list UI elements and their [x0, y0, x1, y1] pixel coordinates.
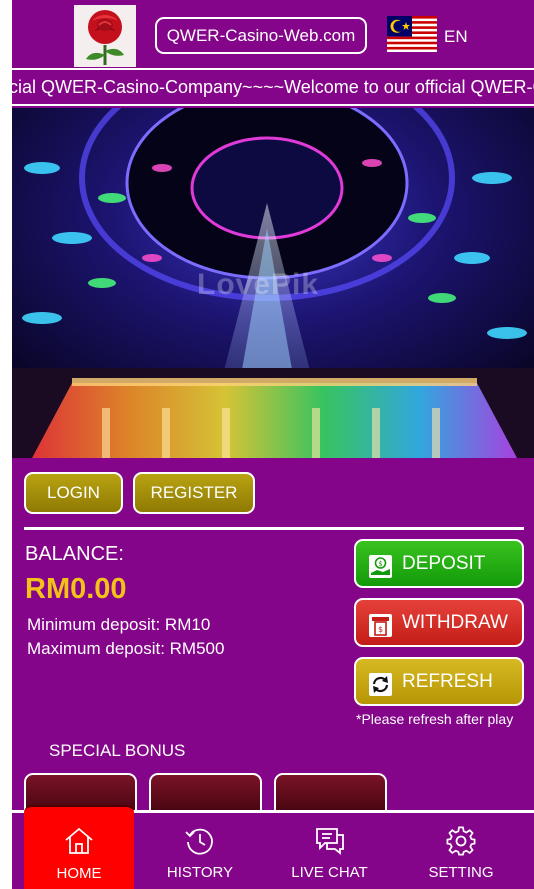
register-button[interactable]: REGISTER [133, 472, 255, 514]
login-button[interactable]: LOGIN [24, 472, 123, 514]
header: QWER-Casino-Web.com EN [12, 0, 534, 68]
bottom-nav: HOME HISTORY LIVE CHAT SETTING [12, 805, 534, 889]
balance-value: RM0.00 [25, 573, 127, 605]
hero-banner[interactable]: LovePik [12, 108, 534, 458]
withdraw-label: WITHDRAW [402, 612, 508, 633]
chat-icon [314, 825, 346, 857]
refresh-note: *Please refresh after play [356, 711, 514, 727]
nav-history-label: HISTORY [166, 864, 234, 881]
nav-live-chat[interactable]: LIVE CHAT [267, 813, 392, 889]
nav-setting[interactable]: SETTING [400, 813, 522, 889]
history-icon [184, 825, 216, 857]
deposit-button[interactable]: $ DEPOSIT [354, 539, 524, 588]
home-icon [63, 825, 95, 857]
withdraw-button[interactable]: $ WITHDRAW [354, 598, 524, 647]
bonus-card[interactable] [274, 773, 387, 813]
divider [24, 527, 524, 530]
nav-setting-label: SETTING [428, 864, 494, 881]
minimum-deposit-text: Minimum deposit: RM10 [27, 615, 211, 634]
nav-live-chat-label: LIVE CHAT [291, 864, 368, 881]
maximum-deposit-text: Maximum deposit: RM500 [27, 639, 225, 658]
refresh-label: REFRESH [402, 671, 493, 692]
balance-label: BALANCE: [25, 543, 124, 565]
banner-watermark: LovePik [197, 268, 320, 301]
refresh-icon [368, 669, 393, 696]
gear-icon [445, 825, 477, 857]
announcement-marquee: ficial QWER-Casino-Company~~~~Welcome to… [12, 68, 534, 106]
atm-withdraw-icon: $ [368, 610, 393, 637]
marquee-text: ficial QWER-Casino-Company~~~~Welcome to… [12, 77, 534, 97]
svg-text:$: $ [378, 560, 382, 568]
bonus-card[interactable] [149, 773, 262, 813]
nav-home-label: HOME [56, 865, 102, 882]
refresh-button[interactable]: REFRESH [354, 657, 524, 706]
app-container: QWER-Casino-Web.com EN ficial QWER-Casin… [12, 0, 534, 889]
nav-history[interactable]: HISTORY [140, 813, 260, 889]
rose-logo-icon[interactable] [74, 5, 136, 67]
nav-home[interactable]: HOME [24, 805, 134, 889]
special-bonus-title: SPECIAL BONUS [49, 741, 186, 760]
language-selector[interactable]: EN [444, 27, 468, 47]
malaysia-flag-icon[interactable] [387, 16, 437, 52]
deposit-label: DEPOSIT [402, 553, 486, 574]
site-title-button[interactable]: QWER-Casino-Web.com [155, 17, 367, 54]
deposit-icon: $ [368, 551, 393, 578]
svg-text:$: $ [378, 625, 383, 634]
